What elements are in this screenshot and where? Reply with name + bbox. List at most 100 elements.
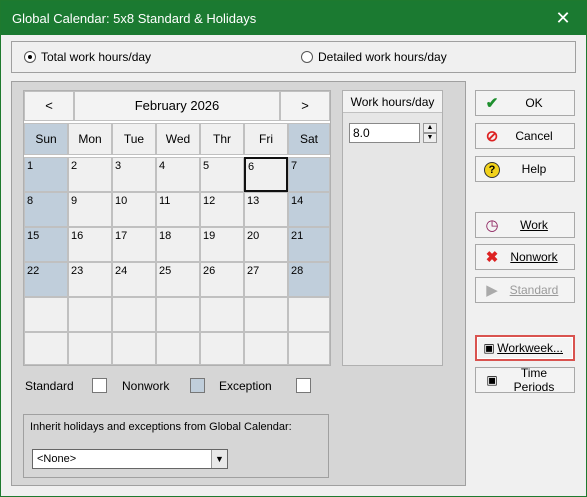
work-button[interactable]: ◷ Work [475,212,575,238]
hours-mode-group: Total work hours/day Detailed work hours… [11,41,576,73]
inherit-group: Inherit holidays and exceptions from Glo… [23,414,329,478]
day-cell[interactable]: 1 [24,157,68,192]
work-hours-input[interactable]: 8.0 [349,123,420,143]
day-cell[interactable]: 14 [288,192,330,227]
day-cell[interactable]: 24 [112,262,156,297]
dropdown-arrow-icon[interactable]: ▼ [211,450,227,468]
day-cell[interactable]: 12 [200,192,244,227]
inherit-label: Inherit holidays and exceptions from Glo… [30,421,292,433]
nonwork-x-icon: ✖ [485,249,499,266]
day-cell-empty [68,297,112,332]
inherit-select-value: <None> [37,453,77,465]
day-cell-empty [156,332,200,365]
time-periods-button[interactable]: ▣ Time Periods [475,366,575,394]
day-cell[interactable]: 11 [156,192,200,227]
weekday-header-wed: Wed [156,123,200,155]
day-cell-empty [288,332,330,365]
day-cell[interactable]: 18 [156,227,200,262]
inherit-calendar-select[interactable]: <None> ▼ [32,449,228,469]
day-cell-empty [244,297,288,332]
legend-nonwork-label: Nonwork [122,378,170,393]
ok-button[interactable]: ✔ OK [475,90,575,116]
legend-exception-label: Exception [219,378,272,393]
day-cell[interactable]: 21 [288,227,330,262]
cancel-button[interactable]: ⊘ Cancel [475,123,575,149]
legend-standard: Standard [25,378,107,393]
spin-up-icon[interactable]: ▲ [423,123,437,133]
checkmark-icon: ✔ [485,95,499,112]
nonwork-button-label: Nonwork [510,250,558,264]
day-cell[interactable]: 22 [24,262,68,297]
workweek-button[interactable]: ▣ Workweek... [475,335,575,361]
day-cell[interactable]: 2 [68,157,112,192]
cancel-icon: ⊘ [485,128,499,145]
day-cell[interactable]: 9 [68,192,112,227]
month-calendar: < February 2026 > Sun Mon Tue Wed Thr Fr… [23,90,331,366]
month-label: February 2026 [74,91,280,121]
calendar-dialog: Global Calendar: 5x8 Standard & Holidays… [0,0,587,497]
day-cell[interactable]: 19 [200,227,244,262]
day-cell[interactable]: 26 [200,262,244,297]
total-hours-radio[interactable]: Total work hours/day [24,50,151,64]
day-cell[interactable]: 16 [68,227,112,262]
detailed-hours-label: Detailed work hours/day [318,50,447,64]
day-cell[interactable]: 28 [288,262,330,297]
close-icon[interactable]: ✕ [552,7,574,29]
next-month-button[interactable]: > [280,91,330,121]
legend-exception: Exception [219,378,311,393]
prev-month-button[interactable]: < [24,91,74,121]
day-cell-empty [288,297,330,332]
standard-button-label: Standard [509,283,559,297]
workweek-icon: ▣ [483,341,495,355]
total-hours-label: Total work hours/day [41,50,152,64]
day-cell-empty [200,332,244,365]
radio-unselected-icon [301,51,313,63]
day-cell-empty [244,332,288,365]
weekday-header-tue: Tue [112,123,156,155]
day-cell[interactable]: 20 [244,227,288,262]
weekday-header-sun: Sun [24,123,68,155]
day-cell-empty [112,297,156,332]
weekday-header-sat: Sat [288,123,330,155]
spin-down-icon[interactable]: ▼ [423,133,437,143]
work-hours-panel: Work hours/day 8.0 ▲ ▼ [342,90,443,366]
day-cell[interactable]: 7 [288,157,330,192]
day-cell[interactable]: 3 [112,157,156,192]
day-cell-empty [24,332,68,365]
day-cell[interactable]: 5 [200,157,244,192]
day-cell[interactable]: 15 [24,227,68,262]
nonwork-button[interactable]: ✖ Nonwork [475,244,575,270]
title-bar: Global Calendar: 5x8 Standard & Holidays… [1,1,586,35]
day-cell[interactable]: 25 [156,262,200,297]
weekday-header-thu: Thr [200,123,244,155]
legend-nonwork-swatch [190,378,206,393]
radio-selected-icon [24,51,36,63]
day-cell[interactable]: 27 [244,262,288,297]
weekday-header-fri: Fri [244,123,288,155]
day-cell-selected[interactable]: 6 [244,157,288,192]
ok-button-label: OK [525,96,543,110]
day-cell[interactable]: 10 [112,192,156,227]
detailed-hours-radio[interactable]: Detailed work hours/day [301,50,447,64]
day-cell[interactable]: 17 [112,227,156,262]
work-hours-header: Work hours/day [343,91,442,113]
legend-exception-swatch [295,378,311,393]
day-cell[interactable]: 23 [68,262,112,297]
window-title: Global Calendar: 5x8 Standard & Holidays [12,11,257,26]
help-button[interactable]: ? Help [475,156,575,182]
work-clock-icon: ◷ [485,217,499,234]
time-periods-button-label: Time Periods [513,366,555,394]
standard-button[interactable]: ▶ Standard [475,277,575,303]
day-cell-empty [24,297,68,332]
help-button-label: Help [521,162,547,176]
day-cell-empty [112,332,156,365]
time-periods-icon: ▣ [486,373,498,387]
legend-standard-swatch [91,378,107,393]
work-button-label: Work [520,218,548,232]
legend-standard-label: Standard [25,378,74,393]
day-cell[interactable]: 13 [244,192,288,227]
work-hours-spinner[interactable]: ▲ ▼ [423,123,437,143]
day-cell[interactable]: 4 [156,157,200,192]
day-cell[interactable]: 8 [24,192,68,227]
cancel-button-label: Cancel [515,129,553,143]
